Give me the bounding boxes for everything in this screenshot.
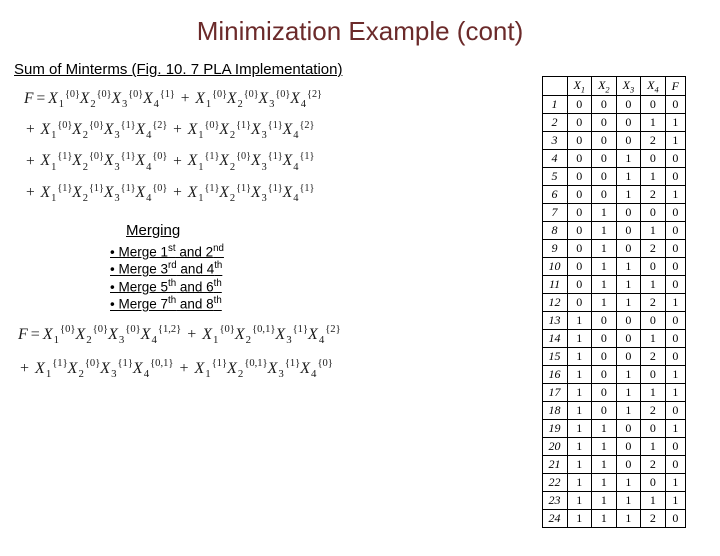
col-X4: X4 — [641, 77, 666, 96]
table-row: 1510020 — [542, 348, 685, 366]
table-row: 400100 — [542, 150, 685, 168]
col-X3: X3 — [616, 77, 641, 96]
table-row: 701000 — [542, 204, 685, 222]
table-row: 100000 — [542, 96, 685, 114]
table-row: 600121 — [542, 186, 685, 204]
table-row: 1911001 — [542, 420, 685, 438]
page-title: Minimization Example (cont) — [0, 16, 720, 47]
table-row: 1310000 — [542, 312, 685, 330]
table-row: 500110 — [542, 168, 685, 186]
col-F: F — [665, 77, 685, 96]
table-row: 1810120 — [542, 402, 685, 420]
table-row: 1001100 — [542, 258, 685, 276]
table-row: 1201121 — [542, 294, 685, 312]
table-row: 2411120 — [542, 510, 685, 528]
table-row: 1101110 — [542, 276, 685, 294]
table-row: 2111020 — [542, 456, 685, 474]
table-row: 1410010 — [542, 330, 685, 348]
table-row: 2211101 — [542, 474, 685, 492]
table-row: 2011010 — [542, 438, 685, 456]
equation-top: F=X1{0}X2{0}X3{0}X4{1} + X1{0}X2{0}X3{0}… — [24, 86, 444, 208]
table-row: 1710111 — [542, 384, 685, 402]
col-X1: X1 — [567, 77, 592, 96]
table-row: 300021 — [542, 132, 685, 150]
truth-table: X1X2X3X4F 100000200011300021400100500110… — [542, 76, 686, 528]
table-row: 801010 — [542, 222, 685, 240]
equation-bottom: F=X1{0}X2{0}X3{0}X4{1,2} + X1{0}X2{0,1}X… — [18, 320, 448, 385]
table-row: 901020 — [542, 240, 685, 258]
col-X2: X2 — [592, 77, 617, 96]
table-row: 200011 — [542, 114, 685, 132]
table-row: 1610101 — [542, 366, 685, 384]
table-row: 2311111 — [542, 492, 685, 510]
row-index-head — [542, 77, 567, 96]
